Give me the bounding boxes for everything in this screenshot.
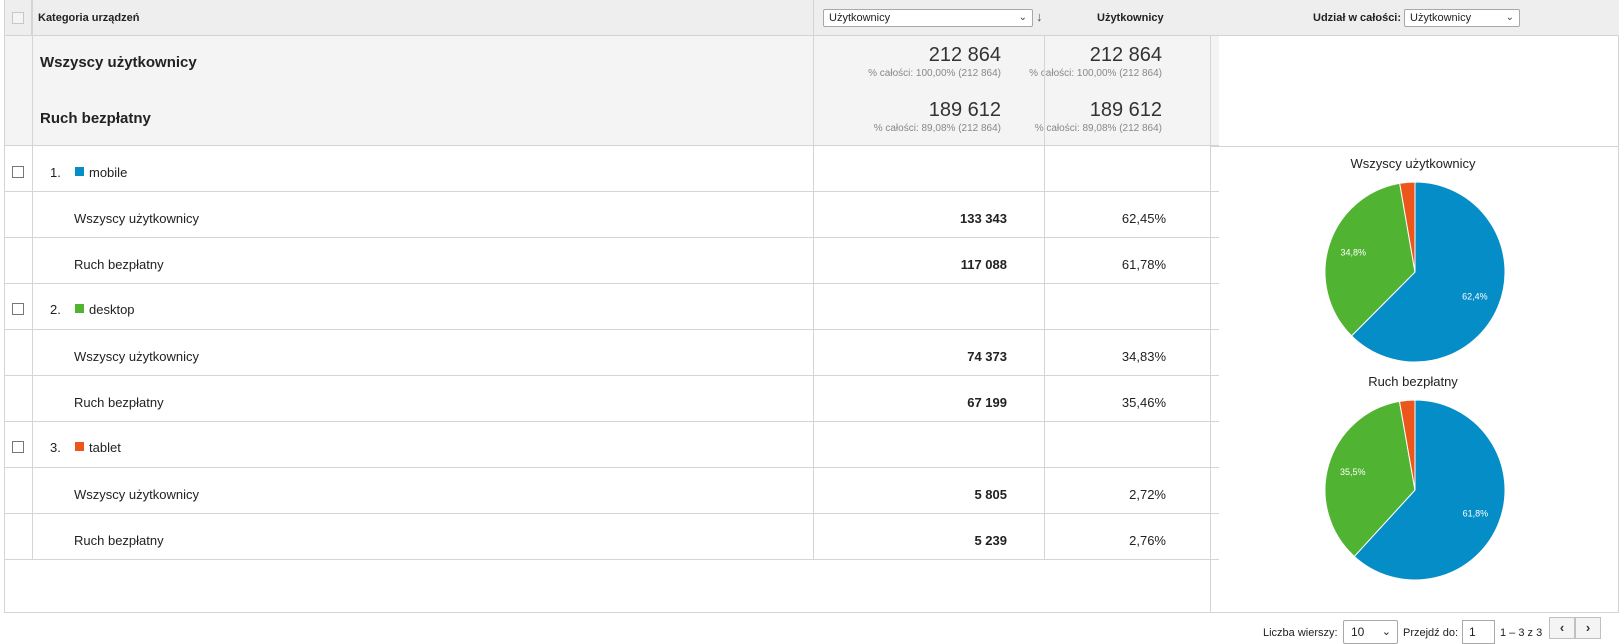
pie-data-label: 61,8% [1463, 508, 1489, 518]
column-divider [813, 0, 814, 560]
goto-label: Przejdź do: [1403, 627, 1459, 639]
chevron-right-icon: › [1585, 620, 1591, 635]
goto-page-input[interactable]: 1 [1462, 620, 1495, 644]
summary-value: 189 612 [928, 99, 1001, 121]
chart-title: Ruch bezpłatny [1368, 374, 1458, 389]
metric-column-header[interactable]: Użytkownicy [1097, 12, 1164, 24]
segment-label: Ruch bezpłatny [74, 395, 164, 410]
row-checkbox[interactable] [12, 166, 24, 178]
legend-swatch [75, 167, 84, 176]
share-label: Udział w całości: [1313, 12, 1402, 24]
metric-value: 5 239 [974, 533, 1007, 548]
metric-value: 133 343 [960, 211, 1007, 226]
legend-swatch [75, 304, 84, 313]
table-row[interactable] [4, 146, 1219, 192]
chevron-down-icon: ⌄ [1381, 626, 1391, 638]
table-row[interactable] [4, 422, 1219, 468]
chart-title: Wszyscy użytkownicy [1350, 156, 1476, 171]
metric-select-value: Użytkownicy [829, 12, 891, 24]
next-page-button[interactable]: › [1575, 617, 1601, 639]
rows-per-page-select[interactable]: 10 ⌄ [1343, 620, 1398, 644]
summary-label: Wszyscy użytkownicy [40, 54, 197, 71]
summary-note: % całości: 100,00% (212 864) [868, 68, 1001, 79]
share-value: 2,72% [1129, 487, 1166, 502]
chart-top-border [1210, 146, 1619, 147]
rows-per-page-label: Liczba wierszy: [1263, 627, 1338, 639]
pie-data-label: 34,8% [1340, 247, 1366, 257]
segment-label: Ruch bezpłatny [74, 257, 164, 272]
column-divider [1044, 36, 1045, 560]
chevron-left-icon: ‹ [1559, 620, 1565, 635]
share-value: 34,83% [1121, 349, 1166, 364]
metric-value: 5 805 [974, 487, 1007, 502]
rows-per-page-value: 10 [1351, 625, 1365, 639]
share-value: 35,46% [1121, 395, 1166, 410]
segment-label: Wszyscy użytkownicy [74, 211, 199, 226]
share-select-value: Użytkownicy [1410, 12, 1472, 24]
legend-swatch [75, 442, 84, 451]
share-value: 62,45% [1121, 211, 1166, 226]
column-divider [32, 0, 33, 560]
pie-chart: 62,4% 34,8% [1324, 181, 1506, 363]
category-link[interactable]: desktop [89, 302, 135, 317]
segment-label: Wszyscy użytkownicy [74, 487, 199, 502]
summary-note: % całości: 100,00% (212 864) [1029, 68, 1162, 79]
summary-value: 212 864 [1089, 44, 1162, 66]
chevron-down-icon: ⌄ [1505, 12, 1514, 23]
summary-value: 189 612 [1089, 99, 1162, 121]
pie-data-label: 62,4% [1462, 292, 1488, 302]
select-all-checkbox[interactable] [12, 12, 24, 24]
share-value: 2,76% [1129, 533, 1166, 548]
dimension-column-header[interactable]: Kategoria urządzeń [38, 12, 139, 24]
share-value: 61,78% [1121, 257, 1166, 272]
category-link[interactable]: mobile [89, 165, 127, 180]
row-rank: 2. [50, 302, 61, 317]
pie-data-label: 35,5% [1340, 467, 1366, 477]
pie-chart: 61,8% 35,5% [1324, 399, 1506, 581]
category-link[interactable]: tablet [89, 440, 121, 455]
footer-divider [4, 612, 1619, 613]
metric-select[interactable]: Użytkownicy ⌄ [823, 9, 1033, 27]
segment-label: Ruch bezpłatny [74, 533, 164, 548]
pagination-range: 1 – 3 z 3 [1500, 627, 1543, 639]
column-divider [1210, 36, 1211, 612]
prev-page-button[interactable]: ‹ [1549, 617, 1575, 639]
table-row[interactable] [4, 284, 1219, 330]
summary-note: % całości: 89,08% (212 864) [873, 123, 1001, 134]
summary-note: % całości: 89,08% (212 864) [1034, 123, 1162, 134]
chevron-down-icon: ⌄ [1018, 12, 1027, 23]
row-checkbox[interactable] [12, 441, 24, 453]
metric-value: 117 088 [960, 257, 1007, 272]
column-divider [4, 0, 5, 612]
sort-descending-icon[interactable]: ↓ [1036, 9, 1043, 24]
metric-value: 74 373 [967, 349, 1007, 364]
share-select[interactable]: Użytkownicy ⌄ [1404, 9, 1520, 27]
row-checkbox[interactable] [12, 303, 24, 315]
row-rank: 1. [50, 165, 61, 180]
summary-label: Ruch bezpłatny [40, 110, 151, 127]
summary-value: 212 864 [928, 44, 1001, 66]
segment-label: Wszyscy użytkownicy [74, 349, 199, 364]
row-rank: 3. [50, 440, 61, 455]
column-divider [1618, 36, 1619, 612]
metric-value: 67 199 [967, 395, 1007, 410]
